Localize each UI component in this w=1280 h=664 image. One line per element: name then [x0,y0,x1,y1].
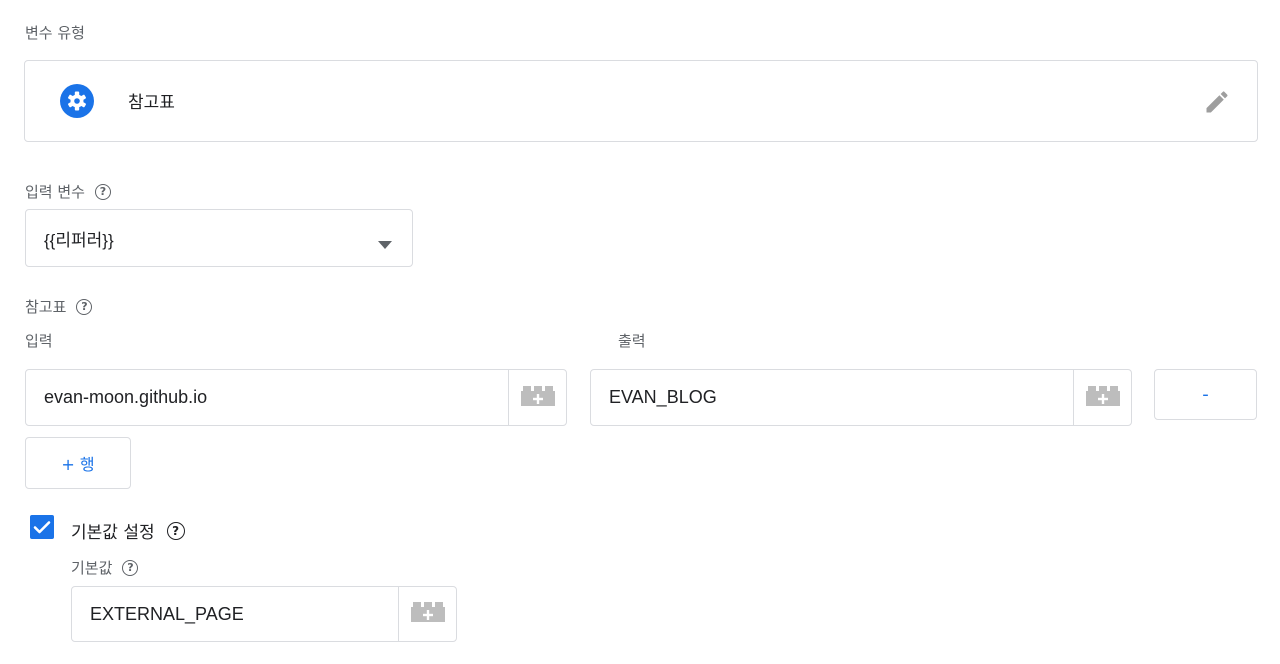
gear-icon [60,84,94,118]
table-row-output-field[interactable]: EVAN_BLOG [590,369,1132,426]
add-row-button[interactable]: + 행 [25,437,131,489]
remove-row-button[interactable]: - [1154,369,1257,420]
lookup-table-header: 참고표 ? [25,296,93,317]
input-variable-select[interactable]: {{리퍼러}} [25,209,413,267]
column-header-output: 출력 [618,332,646,350]
variable-picker-button[interactable] [1073,370,1131,425]
default-value-input: EXTERNAL_PAGE [90,603,244,624]
table-row-output-value: EVAN_BLOG [609,387,717,407]
variable-type-label: 변수 유형 [25,24,85,42]
default-value-field-header: 기본값 ? [71,557,139,578]
help-icon[interactable]: ? [94,183,111,200]
default-value-header: 기본값 설정 ? [71,518,185,543]
help-icon[interactable]: ? [166,521,185,540]
input-variable-label: 입력 변수 [25,183,85,201]
brick-icon [520,385,555,411]
input-variable-header: 입력 변수 ? [25,181,111,202]
help-icon[interactable]: ? [76,298,93,315]
variable-picker-button[interactable] [398,587,456,641]
default-value-field-label: 기본값 [71,559,113,577]
table-row-input-field[interactable]: evan-moon.github.io [25,369,567,426]
column-header-input: 입력 [25,332,53,350]
lookup-table-label: 참고표 [25,298,67,316]
table-row-input-value: evan-moon.github.io [44,387,208,407]
brick-icon [1085,385,1120,411]
input-variable-value: {{리퍼러}} [44,230,114,250]
checkmark-icon [30,521,54,543]
default-value-checkbox[interactable] [30,515,54,539]
pencil-icon[interactable] [1203,88,1231,116]
default-value-field[interactable]: EXTERNAL_PAGE [71,586,457,642]
variable-picker-button[interactable] [508,370,566,425]
variable-type-card[interactable]: 참고표 [24,60,1258,142]
variable-type-name: 참고표 [128,93,175,113]
help-icon[interactable]: ? [122,559,139,576]
brick-icon [410,601,445,627]
default-value-checkbox-label[interactable]: 기본값 설정 [71,518,155,543]
dropdown-arrow-icon [378,234,392,249]
